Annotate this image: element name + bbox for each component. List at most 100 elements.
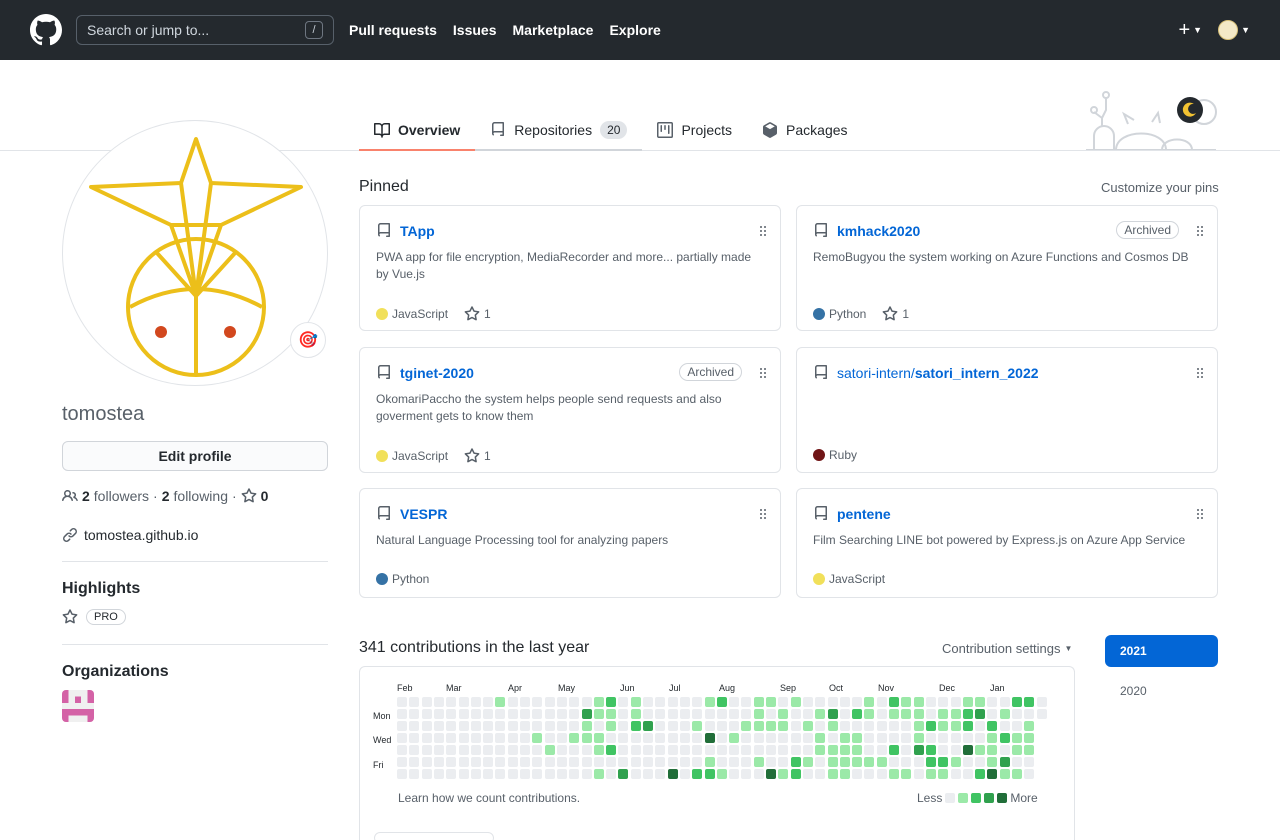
contribution-day[interactable]: [938, 709, 949, 719]
contribution-day[interactable]: [433, 697, 444, 707]
contribution-day[interactable]: [507, 733, 518, 743]
nav-marketplace[interactable]: Marketplace: [513, 22, 594, 38]
contribution-day[interactable]: [778, 709, 789, 719]
contribution-day[interactable]: [999, 721, 1010, 731]
contribution-day[interactable]: [507, 709, 518, 719]
contribution-day[interactable]: [458, 745, 469, 755]
contribution-day[interactable]: [581, 697, 592, 707]
contribution-day[interactable]: [802, 697, 813, 707]
contribution-day[interactable]: [741, 757, 752, 767]
contribution-day[interactable]: [827, 709, 838, 719]
contribution-day[interactable]: [790, 757, 801, 767]
contribution-day[interactable]: [827, 769, 838, 779]
contribution-day[interactable]: [458, 709, 469, 719]
search-box[interactable]: /: [76, 15, 334, 45]
contribution-day[interactable]: [778, 697, 789, 707]
contribution-day[interactable]: [962, 757, 973, 767]
contribution-day[interactable]: [556, 733, 567, 743]
contribution-day[interactable]: [1036, 709, 1047, 719]
contribution-day[interactable]: [618, 721, 629, 731]
contribution-day[interactable]: [925, 769, 936, 779]
contribution-day[interactable]: [802, 709, 813, 719]
contribution-day[interactable]: [778, 769, 789, 779]
contribution-day[interactable]: [667, 745, 678, 755]
contribution-day[interactable]: [729, 745, 740, 755]
contribution-day[interactable]: [458, 697, 469, 707]
contribution-day[interactable]: [618, 697, 629, 707]
contribution-day[interactable]: [397, 757, 407, 767]
contribution-day[interactable]: [606, 721, 617, 731]
contribution-day[interactable]: [556, 757, 567, 767]
contribution-day[interactable]: [864, 733, 875, 743]
contribution-day[interactable]: [741, 721, 752, 731]
contribution-day[interactable]: [409, 733, 420, 743]
contribution-day[interactable]: [520, 769, 530, 779]
contribution-day[interactable]: [507, 721, 518, 731]
repo-title[interactable]: VESPR: [376, 506, 447, 522]
contribution-day[interactable]: [556, 697, 567, 707]
contribution-day[interactable]: [667, 697, 678, 707]
contribution-day[interactable]: [569, 721, 580, 731]
contribution-day[interactable]: [409, 697, 420, 707]
contribution-day[interactable]: [409, 757, 420, 767]
contribution-day[interactable]: [962, 769, 973, 779]
contribution-day[interactable]: [433, 745, 444, 755]
contribution-day[interactable]: [655, 721, 666, 731]
contribution-day[interactable]: [495, 745, 506, 755]
drag-handle-icon[interactable]: [760, 226, 766, 236]
contribution-day[interactable]: [569, 745, 580, 755]
followers-label[interactable]: followers: [94, 488, 149, 504]
contribution-day[interactable]: [925, 697, 936, 707]
contribution-day[interactable]: [470, 709, 481, 719]
contribution-day[interactable]: [1024, 757, 1035, 767]
contribution-day[interactable]: [581, 769, 592, 779]
contribution-day[interactable]: [987, 745, 998, 755]
contribution-day[interactable]: [950, 697, 961, 707]
contribution-day[interactable]: [729, 757, 740, 767]
contribution-day[interactable]: [409, 745, 420, 755]
contribution-day[interactable]: [802, 733, 813, 743]
contribution-day[interactable]: [975, 745, 986, 755]
contribution-day[interactable]: [630, 757, 641, 767]
contribution-day[interactable]: [667, 769, 678, 779]
repo-title[interactable]: satori-intern/satori_intern_2022: [813, 365, 1039, 381]
learn-contributions-link[interactable]: Learn how we count contributions.: [398, 791, 580, 805]
repo-title[interactable]: pentene: [813, 506, 891, 522]
contribution-day[interactable]: [729, 733, 740, 743]
tab-packages[interactable]: Packages: [747, 108, 862, 151]
contribution-day[interactable]: [520, 697, 530, 707]
contribution-day[interactable]: [495, 697, 506, 707]
contribution-settings-dropdown[interactable]: Contribution settings ▼: [942, 641, 1072, 656]
contribution-day[interactable]: [679, 769, 690, 779]
contribution-day[interactable]: [729, 697, 740, 707]
contribution-day[interactable]: [507, 757, 518, 767]
contribution-day[interactable]: [618, 769, 629, 779]
contribution-day[interactable]: [741, 745, 752, 755]
contribution-day[interactable]: [692, 733, 703, 743]
contribution-day[interactable]: [679, 733, 690, 743]
contribution-day[interactable]: [495, 721, 506, 731]
contribution-day[interactable]: [753, 757, 764, 767]
contribution-day[interactable]: [704, 733, 715, 743]
contribution-day[interactable]: [655, 697, 666, 707]
contribution-day[interactable]: [520, 757, 530, 767]
contribution-day[interactable]: [581, 745, 592, 755]
contribution-day[interactable]: [470, 697, 481, 707]
repo-name-link[interactable]: satori-intern/satori_intern_2022: [837, 365, 1039, 381]
contribution-day[interactable]: [901, 757, 912, 767]
contribution-day[interactable]: [925, 721, 936, 731]
contribution-day[interactable]: [520, 745, 530, 755]
contribution-day[interactable]: [839, 769, 850, 779]
contribution-day[interactable]: [987, 697, 998, 707]
contribution-day[interactable]: [753, 721, 764, 731]
contribution-day[interactable]: [1012, 757, 1022, 767]
contribution-day[interactable]: [692, 757, 703, 767]
contribution-day[interactable]: [790, 697, 801, 707]
contribution-day[interactable]: [962, 733, 973, 743]
contribution-day[interactable]: [630, 709, 641, 719]
contribution-day[interactable]: [495, 709, 506, 719]
drag-handle-icon[interactable]: [760, 368, 766, 378]
contribution-day[interactable]: [975, 733, 986, 743]
drag-handle-icon[interactable]: [1197, 226, 1203, 236]
contribution-day[interactable]: [839, 757, 850, 767]
